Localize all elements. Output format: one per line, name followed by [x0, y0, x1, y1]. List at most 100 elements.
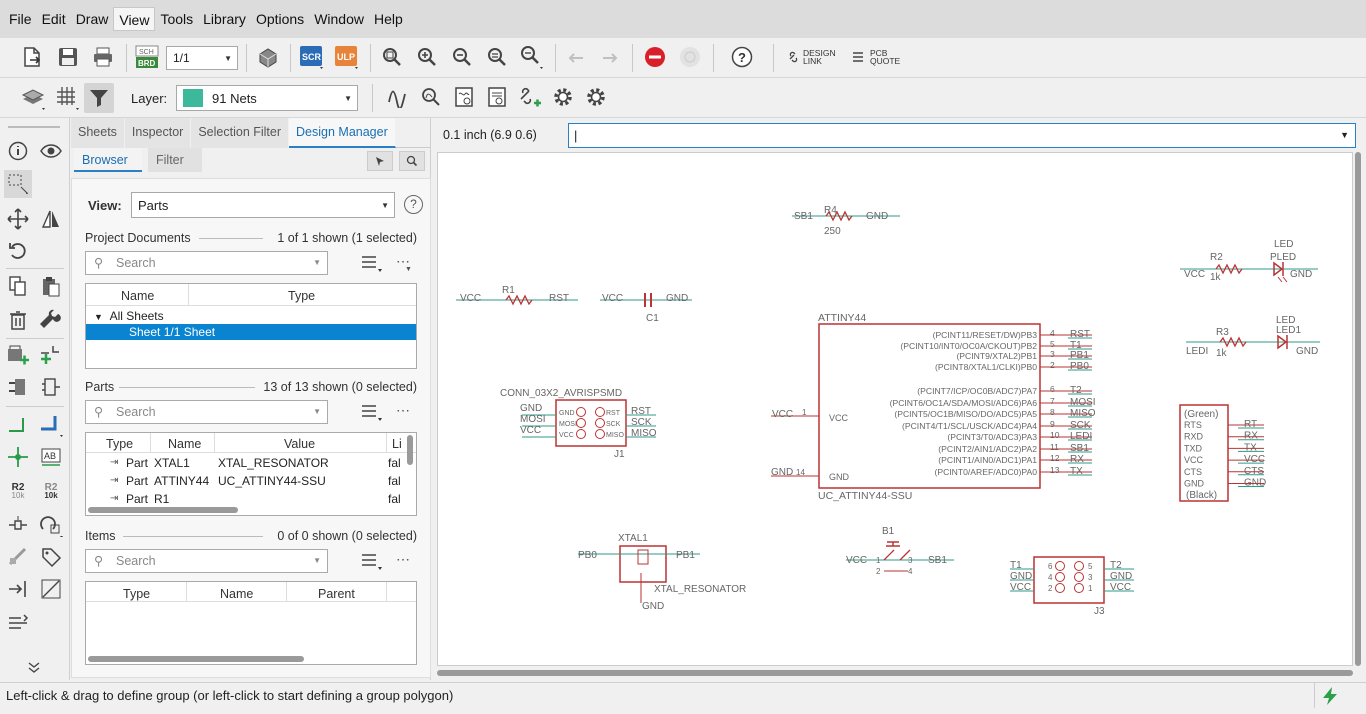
- canvas-vertical-scrollbar[interactable]: [1355, 152, 1361, 666]
- mcu-pin[interactable]: (PCINT10/INT0/OC0A/CKOUT)PB2 5 T1: [900, 339, 1092, 351]
- menu-file[interactable]: File: [4, 7, 37, 31]
- col-name-header[interactable]: Name: [168, 437, 201, 451]
- value-icon[interactable]: R2 10k: [38, 479, 64, 503]
- j3-pin[interactable]: GND 4 3 GND: [1010, 571, 1134, 582]
- ftdi-pin[interactable]: CTS CTS: [1184, 466, 1264, 477]
- arrow-pin-icon[interactable]: [6, 577, 30, 601]
- drc-icon[interactable]: [450, 83, 478, 111]
- filter-icon[interactable]: [84, 83, 114, 113]
- new-file-icon[interactable]: [18, 43, 46, 71]
- copy-icon[interactable]: [6, 274, 30, 298]
- replace-icon[interactable]: [6, 375, 30, 399]
- group-select-icon[interactable]: [4, 170, 32, 198]
- ftdi-pin[interactable]: TXD TX: [1184, 442, 1264, 453]
- stop-icon[interactable]: [641, 43, 669, 71]
- board-3d-icon[interactable]: [254, 43, 282, 71]
- mcu-pin[interactable]: (PCINT0/AREF/ADC0)PA0 13 TX: [934, 465, 1092, 477]
- erc-icon[interactable]: [483, 83, 511, 111]
- col-parent-header[interactable]: Parent: [318, 587, 355, 601]
- zoom-redraw-icon[interactable]: [483, 43, 511, 71]
- menu-library[interactable]: Library: [198, 7, 251, 31]
- menu-view[interactable]: View: [113, 7, 156, 31]
- attribute-icon[interactable]: [6, 513, 30, 537]
- col-value-header[interactable]: Value: [284, 437, 315, 451]
- zoom-fit-icon[interactable]: [378, 43, 406, 71]
- col-type-header[interactable]: Type: [106, 437, 133, 451]
- tab-sheets[interactable]: Sheets: [71, 118, 125, 148]
- led-circuit-bottom[interactable]: LEDI R3 1k LED LED1 GND: [1186, 315, 1320, 359]
- mcu-pin[interactable]: (PCINT8/XTAL1/CLKI)PB0 2 PB0: [935, 360, 1092, 372]
- table-row[interactable]: ⇥ Part R1 fal: [86, 491, 406, 507]
- col-name-header[interactable]: Name: [220, 587, 253, 601]
- crystal-xtal1[interactable]: XTAL1 PB0 PB1 XTAL_RESONATOR GND: [578, 533, 746, 612]
- button-b1[interactable]: B1 VCC SB1 1 2 3 4: [846, 526, 954, 576]
- design-link-button[interactable]: DESIGN LINK: [788, 49, 836, 65]
- col-type-header[interactable]: Type: [288, 289, 315, 303]
- subtab-browser[interactable]: Browser: [74, 148, 142, 172]
- menu-draw[interactable]: Draw: [71, 7, 114, 31]
- ftdi-pin[interactable]: VCC VCC: [1184, 454, 1265, 465]
- layers-icon[interactable]: [20, 84, 48, 112]
- miter-icon[interactable]: [6, 545, 30, 569]
- eye-icon[interactable]: [39, 139, 63, 163]
- mcu-pin[interactable]: (PCINT1/AIN0/ADC1)PA1 12 RX: [938, 453, 1092, 465]
- schematic-canvas[interactable]: SB1 R4 GND 250 VCC R1 RST VCC GND C1 VCC…: [437, 152, 1353, 666]
- parts-search[interactable]: Search ⚲ ▼: [85, 400, 328, 424]
- redo-icon[interactable]: [596, 43, 624, 71]
- tab-design-manager[interactable]: Design Manager: [289, 118, 396, 148]
- menu-edit[interactable]: Edit: [37, 7, 71, 31]
- label-icon[interactable]: AB: [39, 445, 63, 469]
- zoom-ratio-select[interactable]: 1/1 ▼: [166, 46, 238, 70]
- menu-options[interactable]: Options: [251, 7, 309, 31]
- mcu-pin[interactable]: (PCINT2/AIN1/ADC2)PA2 11 SB1: [938, 442, 1092, 454]
- show-icon[interactable]: [417, 83, 445, 111]
- gate-swap-icon[interactable]: [39, 375, 63, 399]
- add-part-icon[interactable]: [6, 343, 30, 367]
- mcu-pin[interactable]: (PCINT3/T0/ADC3)PA3 10 LEDI: [947, 430, 1092, 442]
- settings-gear-2-icon[interactable]: [582, 83, 610, 111]
- connector-j3[interactable]: J3 T1 6 5 T2GND 4 3 GNDVCC 2 1 VCC: [1010, 556, 1134, 617]
- expand-more-icon[interactable]: [22, 655, 46, 679]
- schematic-drawing[interactable]: SB1 R4 GND 250 VCC R1 RST VCC GND C1 VCC…: [438, 153, 1353, 666]
- items-search[interactable]: Search ⚲ ▼: [85, 549, 328, 573]
- tag-icon[interactable]: [39, 545, 63, 569]
- resistor-r4[interactable]: SB1 R4 GND 250: [792, 205, 900, 237]
- junction-icon[interactable]: [6, 445, 30, 469]
- more-options-icon[interactable]: ⋯: [396, 551, 410, 568]
- grid-icon[interactable]: [54, 84, 82, 112]
- mcu-pin[interactable]: (PCINT5/OC1B/MISO/DO/ADC5)PA5 8 MISO: [894, 407, 1095, 419]
- save-icon[interactable]: [54, 43, 82, 71]
- mcu-pin[interactable]: (PCINT7/ICP/OC0B/ADC7)PA7 6 T2: [917, 384, 1092, 396]
- more-options-icon[interactable]: ⋯: [396, 402, 410, 419]
- zoom-select-icon[interactable]: [518, 43, 546, 71]
- mcu-pin[interactable]: (PCINT9/XTAL2)PB1 3 PB1: [956, 349, 1092, 361]
- ftdi-header[interactable]: (Green) (Black) RTS RTRXD RXTXD TXVCC VCCCTS…: [1179, 404, 1266, 502]
- ulp-icon[interactable]: ULP: [333, 43, 361, 71]
- align-icon[interactable]: [6, 611, 30, 635]
- delete-icon[interactable]: [6, 308, 30, 332]
- ftdi-pin[interactable]: RTS RT: [1184, 419, 1264, 430]
- zoom-to-icon[interactable]: [399, 151, 425, 171]
- more-options-icon[interactable]: ⋯ ▼: [396, 253, 412, 273]
- pcb-quote-button[interactable]: PCB QUOTE: [852, 49, 900, 65]
- j3-pin[interactable]: VCC 2 1 VCC: [1010, 582, 1134, 593]
- ftdi-pin[interactable]: GND GND: [1184, 478, 1266, 489]
- menu-help[interactable]: Help: [369, 7, 408, 31]
- settings-gear-icon[interactable]: [549, 83, 577, 111]
- tab-inspector[interactable]: Inspector: [124, 118, 192, 148]
- sync-status-icon[interactable]: [1320, 686, 1340, 714]
- view-help-icon[interactable]: ?: [404, 195, 423, 214]
- capacitor-c1[interactable]: VCC GND C1: [600, 293, 692, 324]
- menu-tools[interactable]: Tools: [155, 7, 198, 31]
- ftdi-pin[interactable]: RXD RX: [1184, 431, 1264, 442]
- select-tool-icon[interactable]: [367, 151, 393, 171]
- tree-group-all-sheets[interactable]: ▼ All Sheets: [86, 308, 416, 324]
- wrench-icon[interactable]: [39, 308, 63, 332]
- paste-icon[interactable]: [39, 274, 63, 298]
- move-icon[interactable]: [6, 207, 30, 231]
- col-type-header[interactable]: Type: [123, 587, 150, 601]
- isp-connector-j1[interactable]: CONN_03X2_AVRISPSMD J1 GND GND RST RST MOSI M…: [500, 388, 657, 460]
- led-circuit-top[interactable]: VCC R2 1k LED PLED GND: [1180, 239, 1318, 283]
- view-select[interactable]: Parts ▼: [131, 192, 395, 218]
- info-icon[interactable]: [6, 139, 30, 163]
